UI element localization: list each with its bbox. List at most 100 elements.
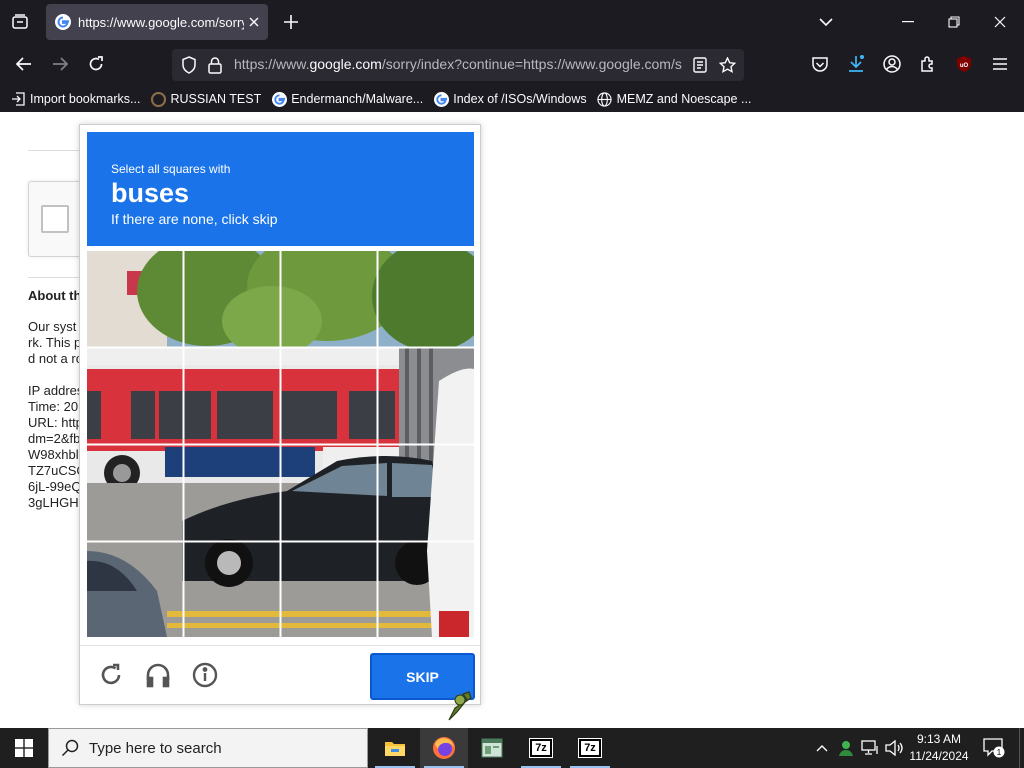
recaptcha-checkbox[interactable] (41, 205, 69, 233)
bookmarks-toolbar: Import bookmarks... RUSSIAN TEST Enderma… (0, 86, 1024, 112)
lock-icon[interactable] (202, 52, 228, 78)
7zip-label: 7z (578, 738, 602, 758)
reader-view-icon[interactable] (687, 52, 713, 78)
captcha-tile[interactable] (87, 445, 183, 541)
globe-icon (597, 91, 613, 107)
windows-start-icon[interactable] (0, 728, 48, 768)
user-tray-icon[interactable] (834, 728, 858, 768)
about-line: Time: 20 (28, 399, 79, 414)
bookmark-label: RUSSIAN TEST (170, 92, 262, 106)
headphones-icon[interactable] (143, 660, 173, 690)
about-line: 6jL-99eQ (28, 479, 82, 494)
close-tab-icon[interactable] (244, 12, 264, 32)
search-placeholder: Type here to search (89, 739, 222, 757)
about-line: 3gLHGH( (28, 495, 83, 510)
url-bar[interactable]: https://www.google.com/sorry/index?conti… (172, 49, 744, 81)
google-favicon-icon (55, 14, 71, 30)
minimize-icon[interactable] (888, 6, 928, 38)
about-line: dm=2&fb (28, 431, 81, 446)
url-text[interactable]: https://www.google.com/sorry/index?conti… (234, 56, 686, 72)
tab-active[interactable]: https://www.google.com/sorry/index?conti… (46, 4, 268, 40)
captcha-skip-hint: If there are none, click skip (111, 211, 278, 227)
bookmark-label: Index of /ISOs/Windows (453, 92, 587, 106)
tab-title: https://www.google.com/sorry/index?conti… (78, 14, 244, 30)
captcha-target-object: buses (111, 178, 190, 208)
download-icon[interactable] (842, 50, 870, 78)
captcha-tile[interactable] (281, 542, 377, 637)
captcha-tile[interactable] (378, 348, 474, 444)
tab-overview-icon[interactable] (6, 8, 34, 36)
captcha-tile[interactable] (184, 445, 280, 541)
browser-chrome: https://www.google.com/sorry/index?conti… (0, 0, 1024, 112)
about-heading: About th (28, 288, 82, 303)
7zip-icon[interactable]: 7z (566, 728, 614, 768)
account-icon[interactable] (878, 50, 906, 78)
file-explorer-icon[interactable] (371, 728, 419, 768)
bookmark-endermanch[interactable]: Endermanch/Malware... (271, 91, 423, 107)
7zip-label: 7z (529, 738, 553, 758)
volume-icon[interactable] (882, 728, 906, 768)
captcha-tile[interactable] (378, 542, 474, 637)
new-tab-icon[interactable] (277, 8, 305, 36)
back-arrow-icon[interactable] (10, 50, 38, 78)
captcha-tile[interactable] (87, 251, 183, 347)
bookmark-star-icon[interactable] (714, 52, 740, 78)
pocket-icon[interactable] (806, 50, 834, 78)
bookmark-label: MEMZ and Noescape ... (616, 92, 752, 106)
chevron-down-icon[interactable] (812, 8, 840, 36)
7zip-icon[interactable]: 7z (517, 728, 565, 768)
bookmark-import[interactable]: Import bookmarks... (10, 91, 140, 107)
info-icon[interactable] (190, 660, 220, 690)
reload-icon[interactable] (96, 660, 126, 690)
captcha-tile[interactable] (87, 348, 183, 444)
restore-icon[interactable] (934, 6, 974, 38)
search-icon (59, 737, 81, 759)
svg-text:uO: uO (960, 63, 969, 69)
extensions-puzzle-icon[interactable] (914, 50, 942, 78)
clock[interactable]: 9:13 AM 11/24/2024 (904, 731, 974, 765)
network-icon[interactable] (858, 728, 882, 768)
bookmark-label: Endermanch/Malware... (291, 92, 424, 106)
captcha-tile[interactable] (281, 445, 377, 541)
google-favicon-icon (271, 91, 287, 107)
bookmark-isos[interactable]: Index of /ISOs/Windows (433, 91, 587, 107)
bookmark-memz[interactable]: MEMZ and Noescape ... (597, 91, 752, 107)
system-tray (810, 728, 906, 768)
notification-center-icon[interactable]: 1 (980, 734, 1008, 762)
forward-arrow-icon[interactable] (46, 50, 74, 78)
shield-icon[interactable] (176, 52, 202, 78)
chevron-up-icon[interactable] (810, 728, 834, 768)
about-line: TZ7uCSC (28, 463, 86, 478)
about-line: IP addres (28, 383, 84, 398)
tab-bar: https://www.google.com/sorry/index?conti… (0, 0, 1024, 44)
bookmark-russian-test[interactable]: RUSSIAN TEST (150, 91, 261, 107)
ublock-origin-icon[interactable]: uO (950, 50, 978, 78)
close-window-icon[interactable] (980, 6, 1020, 38)
captcha-footer: SKIP (80, 645, 480, 705)
about-line: W98xhbl (28, 447, 79, 462)
captcha-tile[interactable] (184, 348, 280, 444)
about-text: Our syst rk. This p d not a ro IP addres… (28, 319, 86, 511)
import-icon (10, 91, 26, 107)
show-desktop-button[interactable] (1019, 728, 1024, 768)
hamburger-menu-icon[interactable] (986, 50, 1014, 78)
taskbar-search-input[interactable]: Type here to search (48, 728, 368, 768)
terminal-icon[interactable] (468, 728, 516, 768)
captcha-tile[interactable] (378, 251, 474, 347)
about-line (28, 367, 86, 383)
reload-icon[interactable] (82, 50, 110, 78)
bookmark-label: Import bookmarks... (30, 92, 141, 106)
captcha-tile[interactable] (281, 251, 377, 347)
firefox-icon[interactable] (420, 728, 468, 768)
captcha-tile[interactable] (184, 251, 280, 347)
about-line: URL: http (28, 415, 83, 430)
captcha-tile[interactable] (378, 445, 474, 541)
about-line: d not a ro (28, 351, 83, 366)
captcha-tile[interactable] (87, 542, 183, 637)
navigation-bar: https://www.google.com/sorry/index?conti… (0, 44, 1024, 84)
about-line: Our syst (28, 319, 77, 334)
windows-taskbar: Type here to search 7z 7z 9:13 AM 11/24/… (0, 728, 1024, 768)
captcha-tile[interactable] (184, 542, 280, 637)
captcha-instruction-text: Select all squares with (111, 162, 231, 176)
captcha-tile[interactable] (281, 348, 377, 444)
